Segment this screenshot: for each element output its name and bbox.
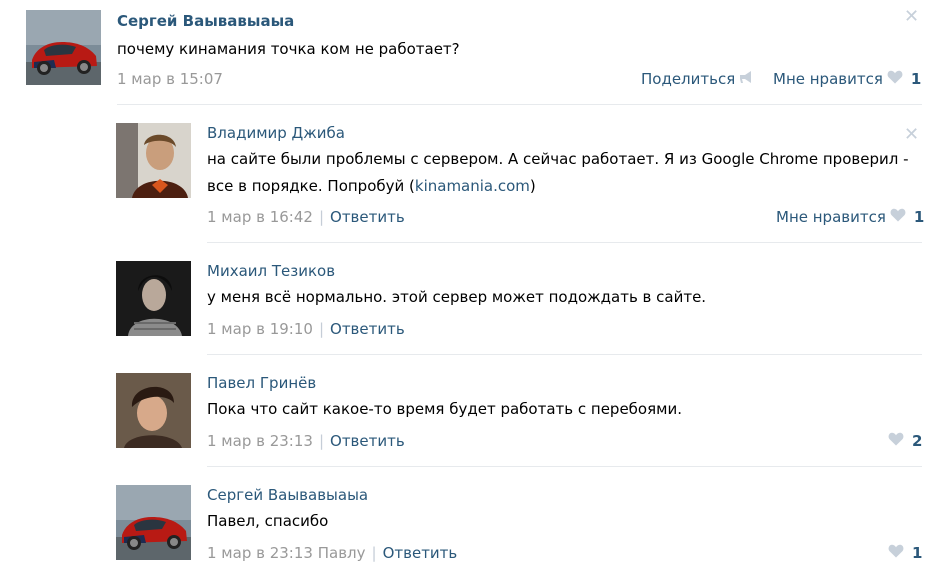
comment-author[interactable]: Павел Гринёв bbox=[207, 374, 316, 392]
reply-button[interactable]: Ответить bbox=[383, 544, 458, 562]
comment-text: Пока что сайт какое-то время будет работ… bbox=[207, 400, 682, 418]
megaphone-icon bbox=[739, 70, 755, 88]
comment-author[interactable]: Владимир Джиба bbox=[207, 124, 345, 142]
post-date[interactable]: 1 мар в 15:07 bbox=[117, 70, 223, 88]
kinamania-link[interactable]: kinamania.com bbox=[415, 177, 530, 195]
reply-to-link[interactable]: Павлу bbox=[318, 544, 366, 562]
comment-text-part: на сайте были проблемы с сервером. А сей… bbox=[207, 150, 909, 195]
comment-author[interactable]: Сергей Ваывавыаыа bbox=[207, 486, 368, 504]
like-label: Мне нравится bbox=[773, 70, 883, 88]
like-button[interactable]: Мне нравится 1 bbox=[773, 70, 921, 88]
avatar[interactable] bbox=[116, 123, 191, 198]
like-button[interactable]: Мне нравится 1 bbox=[776, 208, 924, 226]
close-icon[interactable]: ✕ bbox=[904, 124, 919, 145]
comment-meta: 1 мар в 19:10 | Ответить bbox=[207, 320, 405, 338]
comment-date[interactable]: 1 мар в 19:10 bbox=[207, 320, 313, 338]
share-button[interactable]: Поделиться bbox=[641, 70, 755, 88]
comment-text: у меня всё нормально. этой сервер может … bbox=[207, 288, 707, 306]
separator: | bbox=[318, 432, 325, 450]
separator: | bbox=[318, 320, 325, 338]
comment-meta: 1 мар в 23:13 Павлу | Ответить bbox=[207, 544, 457, 562]
reply-button[interactable]: Ответить bbox=[330, 320, 405, 338]
post-text: почему кинамания точка ком не работает? bbox=[117, 40, 460, 58]
like-count: 2 bbox=[912, 432, 923, 450]
divider bbox=[207, 466, 922, 467]
divider bbox=[207, 242, 922, 243]
avatar[interactable] bbox=[116, 485, 191, 560]
like-label: Мне нравится bbox=[776, 208, 886, 226]
comment-date[interactable]: 1 мар в 23:13 bbox=[207, 432, 313, 450]
comment-author[interactable]: Михаил Тезиков bbox=[207, 262, 335, 280]
comment-meta: 1 мар в 23:13 | Ответить bbox=[207, 432, 405, 450]
like-count: 1 bbox=[912, 544, 923, 562]
heart-icon bbox=[888, 432, 904, 450]
like-button[interactable]: 1 bbox=[884, 544, 922, 562]
comment-text: на сайте были проблемы с сервером. А сей… bbox=[207, 146, 922, 200]
comment-text: Павел, спасибо bbox=[207, 512, 329, 530]
reply-button[interactable]: Ответить bbox=[330, 208, 405, 226]
separator: | bbox=[318, 208, 325, 226]
reply-button[interactable]: Ответить bbox=[330, 432, 405, 450]
divider bbox=[207, 354, 922, 355]
avatar[interactable] bbox=[116, 373, 191, 448]
like-count: 1 bbox=[910, 70, 922, 88]
heart-icon bbox=[888, 544, 904, 562]
comment-date[interactable]: 1 мар в 16:42 bbox=[207, 208, 313, 226]
comment-text-part: ) bbox=[529, 177, 536, 195]
avatar[interactable] bbox=[26, 10, 101, 85]
post-author[interactable]: Сергей Ваывавыаыа bbox=[117, 12, 294, 30]
like-count: 1 bbox=[913, 208, 925, 226]
divider bbox=[117, 104, 922, 105]
share-label: Поделиться bbox=[641, 70, 736, 88]
separator: | bbox=[371, 544, 377, 562]
comment-date[interactable]: 1 мар в 23:13 bbox=[207, 544, 313, 562]
avatar[interactable] bbox=[116, 261, 191, 336]
like-button[interactable]: 2 bbox=[884, 432, 922, 450]
heart-icon bbox=[890, 208, 906, 226]
comment-meta: 1 мар в 16:42 | Ответить bbox=[207, 208, 405, 226]
heart-icon bbox=[887, 70, 903, 88]
close-icon[interactable]: ✕ bbox=[904, 6, 919, 27]
